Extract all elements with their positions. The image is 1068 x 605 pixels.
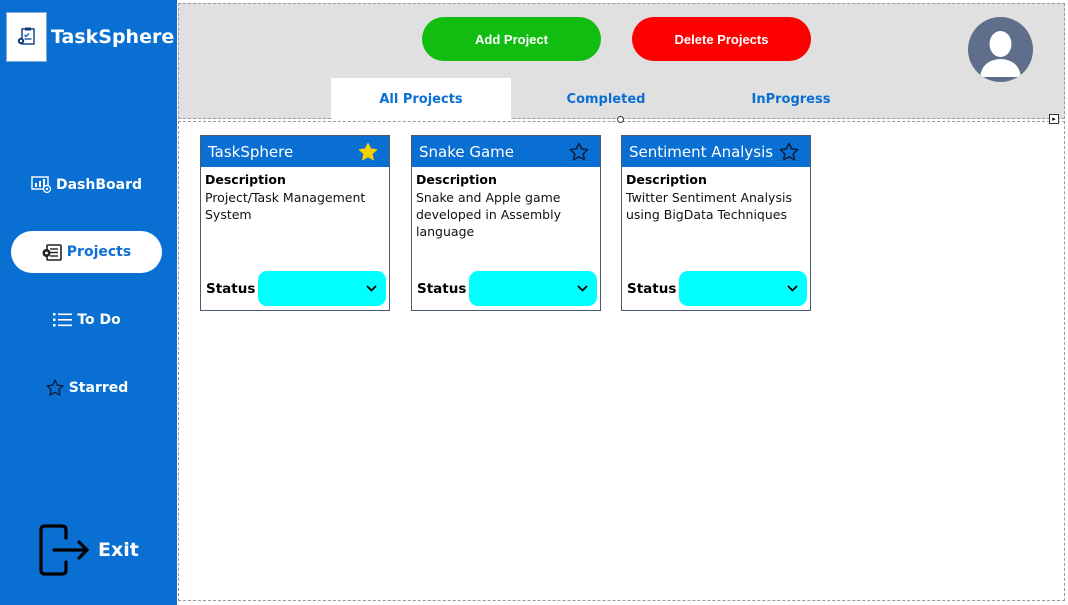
status-row: Status	[201, 271, 389, 306]
exit-icon	[38, 524, 92, 576]
app-logo-icon	[6, 12, 47, 62]
avatar[interactable]	[968, 17, 1033, 82]
header-bar: Add Project Delete Projects All Projects…	[178, 3, 1065, 121]
sidebar-item-projects[interactable]: Projects	[11, 231, 162, 273]
app-title: TaskSphere	[51, 26, 175, 48]
star-filled-icon[interactable]	[357, 141, 379, 163]
resize-handle[interactable]	[617, 116, 624, 123]
scroll-arrow-icon[interactable]: ▸	[1049, 114, 1059, 124]
description-label: Description	[205, 172, 286, 187]
tab-inprogress[interactable]: InProgress	[701, 78, 881, 121]
user-icon	[980, 31, 1021, 77]
chevron-down-icon	[577, 285, 588, 292]
project-card[interactable]: Snake Game Description Snake and Apple g…	[411, 135, 601, 311]
project-title: Snake Game	[419, 142, 515, 161]
chevron-down-icon	[787, 285, 798, 292]
sidebar-item-todo[interactable]: To Do	[11, 299, 162, 341]
sidebar-item-label: DashBoard	[55, 177, 143, 193]
description-label: Description	[626, 172, 707, 187]
status-label: Status	[417, 280, 467, 297]
exit-label: Exit	[98, 539, 139, 561]
project-card[interactable]: Sentiment Analysis Description Twitter S…	[621, 135, 811, 311]
status-row: Status	[622, 271, 810, 306]
description-label: Description	[416, 172, 497, 187]
tab-all-projects[interactable]: All Projects	[331, 78, 511, 121]
tab-completed[interactable]: Completed	[516, 78, 696, 121]
star-outline-icon[interactable]	[568, 141, 590, 163]
exit-button[interactable]: Exit	[38, 524, 139, 576]
sidebar-item-dashboard[interactable]: DashBoard	[11, 164, 162, 206]
status-dropdown[interactable]	[679, 271, 807, 306]
project-card[interactable]: TaskSphere Description Project/Task Mana…	[200, 135, 390, 311]
chevron-down-icon	[366, 285, 377, 292]
description-text: Project/Task Management System	[205, 190, 366, 222]
add-project-button[interactable]: Add Project	[422, 17, 601, 61]
projects-icon	[42, 243, 63, 261]
dashboard-icon	[31, 176, 52, 194]
project-card-header: TaskSphere	[201, 136, 389, 167]
project-title: Sentiment Analysis	[629, 142, 774, 161]
sidebar-item-label: Projects	[66, 244, 132, 260]
status-row: Status	[412, 271, 600, 306]
sidebar: TaskSphere DashBoard Projects To Do Star…	[0, 0, 177, 605]
project-card-header: Snake Game	[412, 136, 600, 167]
star-outline-icon	[45, 378, 65, 398]
description-text: Snake and Apple game developed in Assemb…	[416, 190, 561, 239]
star-outline-icon[interactable]	[778, 141, 800, 163]
list-icon	[52, 311, 73, 329]
sidebar-item-label: To Do	[77, 312, 121, 328]
status-dropdown[interactable]	[469, 271, 597, 306]
brand: TaskSphere	[6, 12, 174, 62]
status-label: Status	[206, 280, 256, 297]
status-dropdown[interactable]	[258, 271, 386, 306]
project-card-header: Sentiment Analysis	[622, 136, 810, 167]
status-label: Status	[627, 280, 677, 297]
sidebar-item-label: Starred	[68, 380, 129, 396]
project-title: TaskSphere	[208, 142, 294, 161]
delete-projects-button[interactable]: Delete Projects	[632, 17, 811, 61]
sidebar-item-starred[interactable]: Starred	[11, 367, 162, 409]
description-text: Twitter Sentiment Analysis using BigData…	[626, 190, 792, 222]
